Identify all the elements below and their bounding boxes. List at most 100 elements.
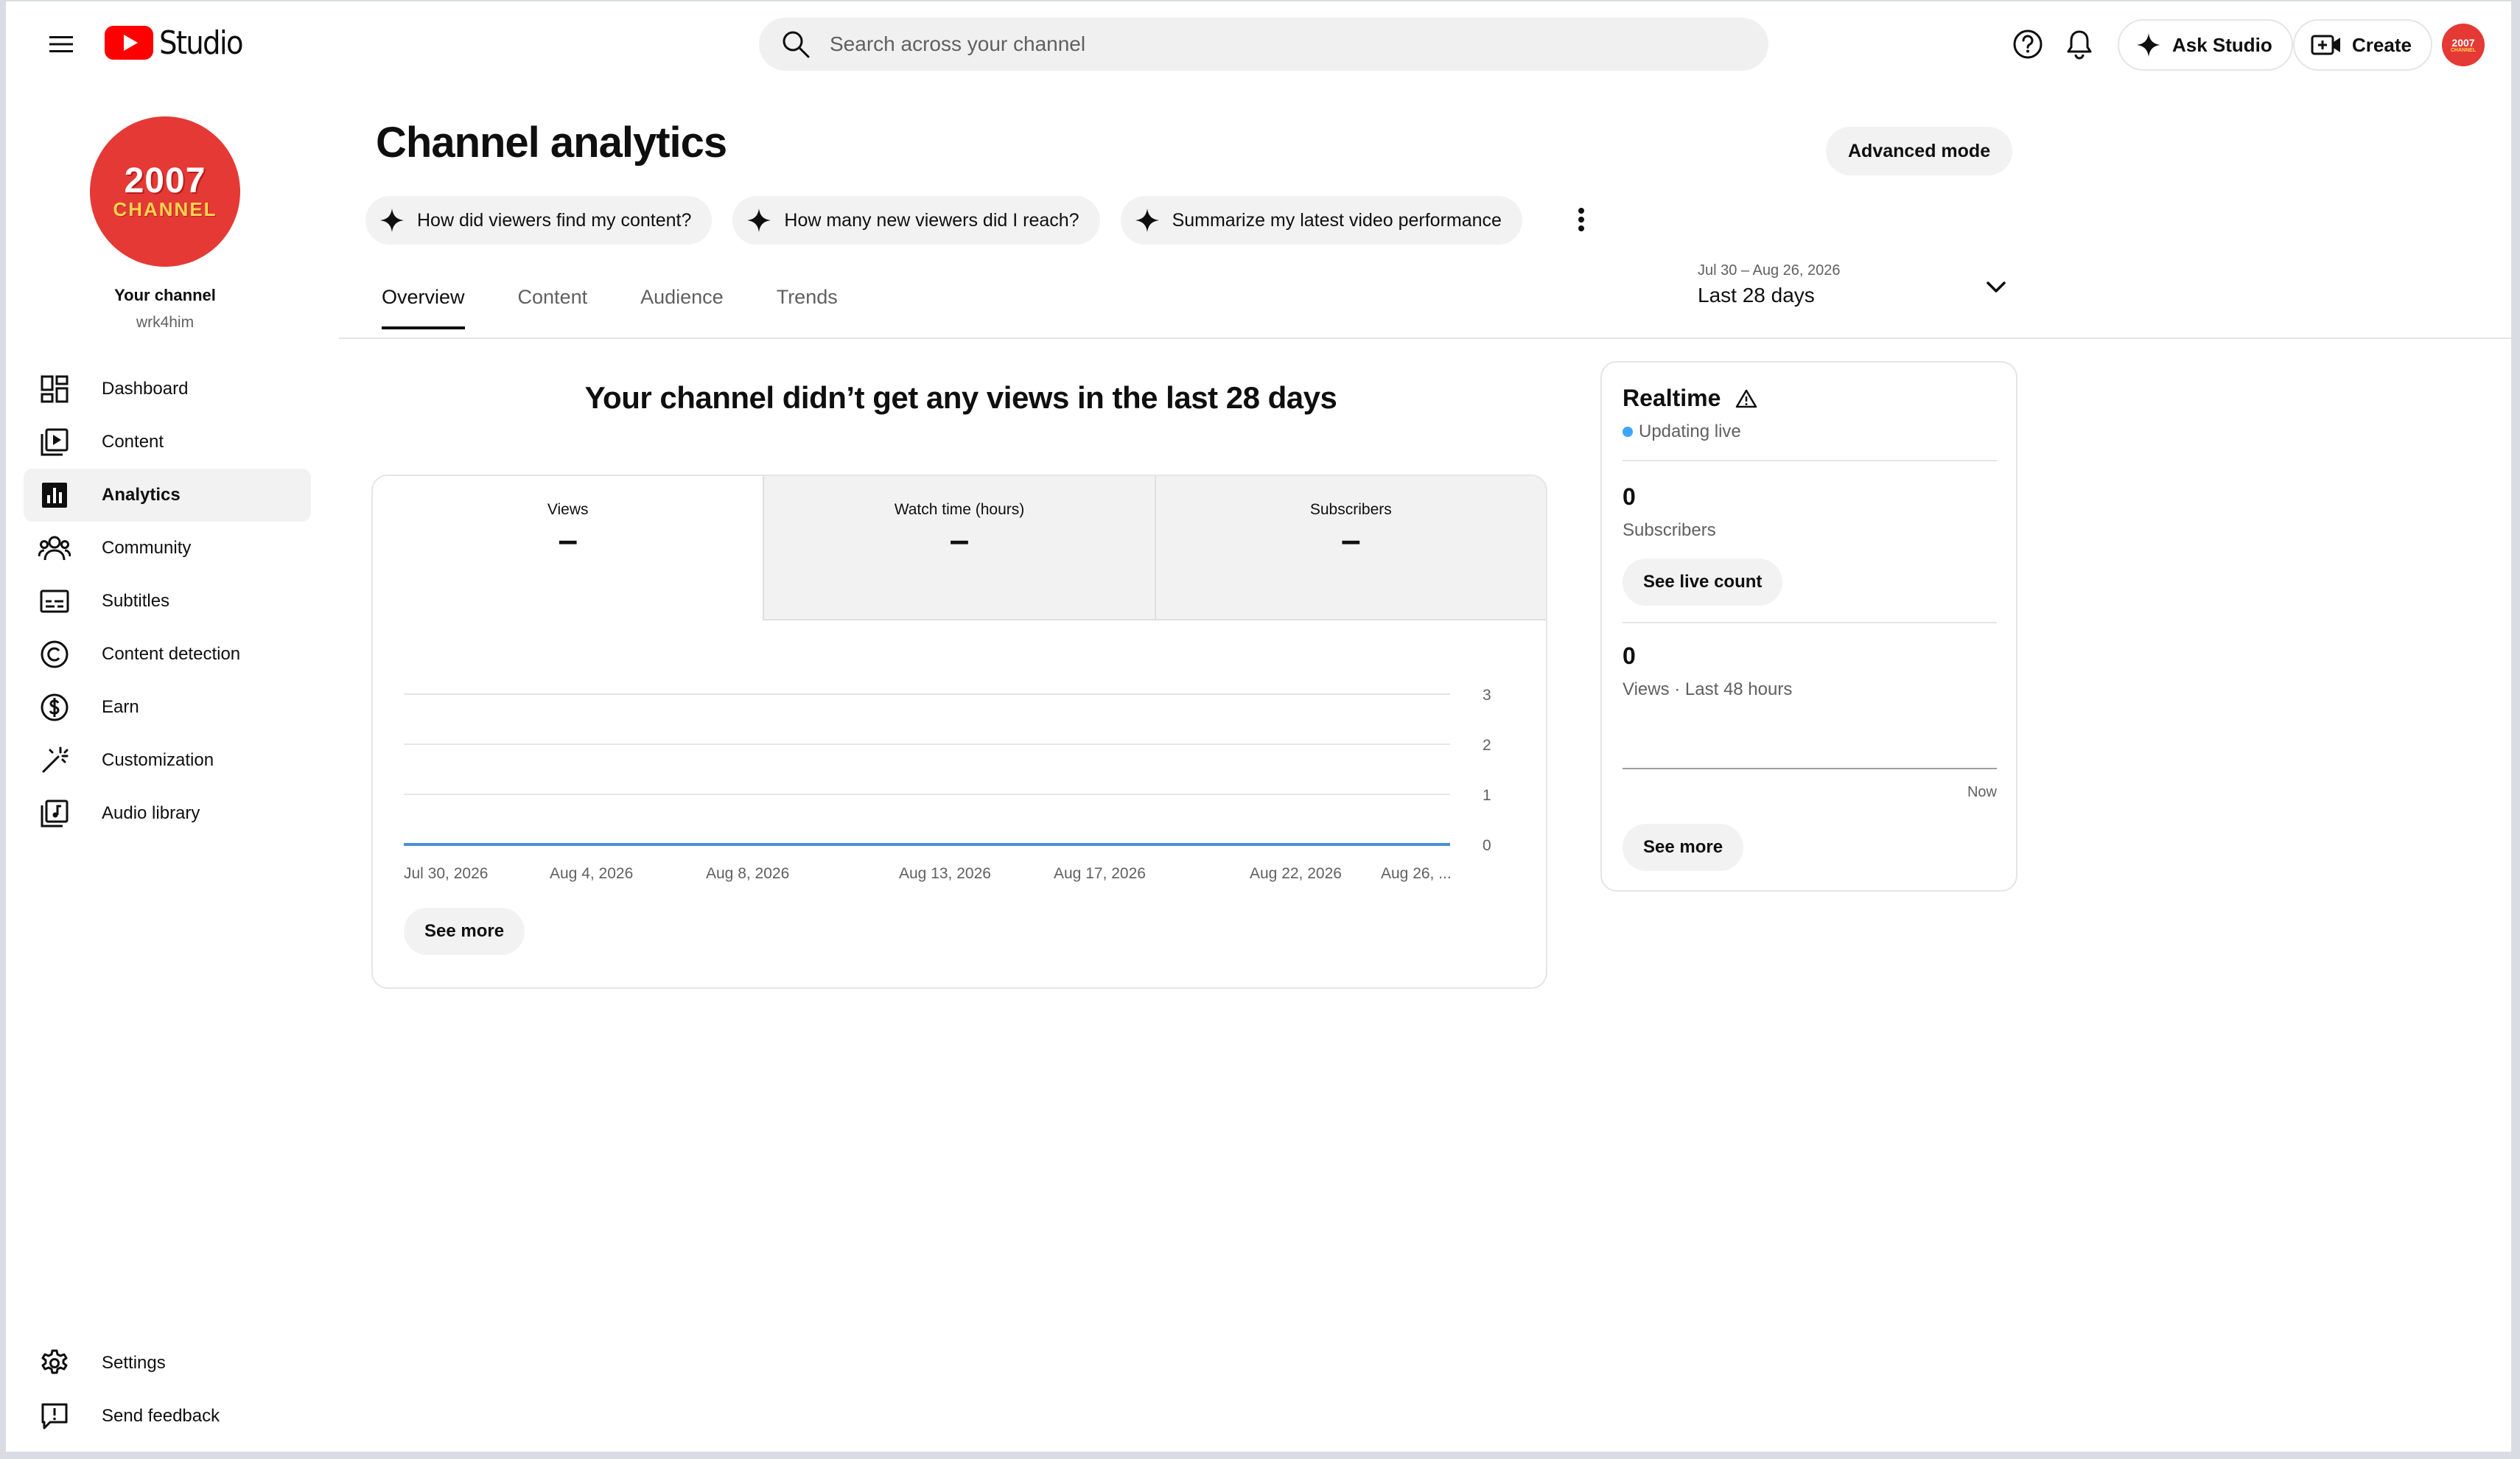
channel-avatar-word: CHANNEL (113, 197, 217, 220)
realtime-status: Updating live (1623, 421, 1741, 442)
see-live-count-button[interactable]: See live count (1623, 559, 1783, 606)
sidebar-item-label: Send feedback (102, 1406, 220, 1426)
gear-icon (38, 1347, 71, 1379)
warning-icon[interactable] (1735, 388, 1757, 409)
sidebar-item-analytics[interactable]: Analytics (24, 469, 311, 522)
date-range-text: Jul 30 – Aug 26, 2026 (1698, 262, 1841, 279)
sidebar-item-dashboard[interactable]: Dashboard (24, 363, 311, 416)
tab-overview[interactable]: Overview (382, 286, 465, 329)
sidebar-item-label: Customization (102, 750, 214, 770)
sidebar-item-label: Subtitles (102, 591, 170, 611)
realtime-title: Realtime (1623, 385, 1757, 412)
sidebar-item-settings[interactable]: Settings (24, 1337, 311, 1390)
chart-x-tick-label: Aug 13, 2026 (899, 865, 991, 882)
sidebar-item-label: Dashboard (102, 379, 189, 399)
chart-y-tick-label: 1 (1483, 787, 1491, 804)
audio-library-icon (38, 797, 71, 830)
sidebar-item-content[interactable]: Content (24, 416, 311, 469)
sidebar-item-label: Settings (102, 1353, 166, 1373)
menu-button[interactable] (35, 24, 87, 65)
realtime-title-text: Realtime (1623, 385, 1721, 411)
analytics-tabs: Overview Content Audience Trends (382, 286, 891, 329)
chart-x-tick-label: Aug 22, 2026 (1250, 865, 1342, 882)
help-button[interactable] (2006, 22, 2050, 66)
tab-audience[interactable]: Audience (640, 286, 724, 329)
metric-value: – (1340, 521, 1361, 560)
divider (1623, 622, 1997, 623)
chart-x-tick-label: Aug 4, 2026 (550, 865, 633, 882)
ask-studio-button[interactable]: Ask Studio (2118, 19, 2293, 71)
realtime-views-label: Views · Last 48 hours (1623, 679, 1793, 699)
notifications-button[interactable] (2057, 22, 2101, 66)
realtime-card: Realtime Updating live 0 Subscribers See… (1600, 361, 2017, 892)
chart-y-tick-label: 0 (1483, 837, 1491, 854)
subtitles-icon (38, 585, 71, 617)
suggestion-chip-label: Summarize my latest video performance (1172, 209, 1502, 231)
overview-card: Views – Watch time (hours) – Subscribers… (371, 475, 1547, 989)
studio-logo[interactable]: Studio (105, 21, 253, 65)
see-more-button[interactable]: See more (404, 908, 525, 955)
advanced-mode-button[interactable]: Advanced mode (1826, 127, 2013, 175)
chart-x-tick-label: Jul 30, 2026 (404, 865, 488, 882)
sparkle-icon (747, 209, 771, 232)
sidebar-item-label: Audio library (102, 803, 200, 823)
channel-avatar[interactable]: 2007 CHANNEL (90, 116, 240, 267)
avatar-word: CHANNEL (2450, 47, 2477, 53)
realtime-views-value: 0 (1623, 643, 1636, 669)
channel-handle: wrk4him (136, 314, 195, 331)
feedback-icon (38, 1400, 71, 1432)
sparkle-icon (380, 209, 404, 232)
tab-trends[interactable]: Trends (777, 286, 838, 329)
sidebar-item-label: Content detection (102, 644, 241, 664)
sparkle-icon (2137, 33, 2160, 57)
sidebar-bottom-nav: Settings Send feedback (24, 1337, 311, 1443)
sidebar-item-customization[interactable]: Customization (24, 734, 311, 787)
sidebar-item-content-detection[interactable]: Content detection (24, 628, 311, 681)
sidebar-item-send-feedback[interactable]: Send feedback (24, 1390, 311, 1443)
search-bar[interactable] (759, 18, 1768, 71)
no-views-headline: Your channel didn’t get any views in the… (584, 380, 1337, 415)
chevron-down-icon (1987, 281, 2006, 293)
studio-window: Studio Ask Studio (6, 1, 2511, 1452)
suggestion-chip[interactable]: Summarize my latest video performance (1120, 196, 1522, 245)
metric-subscribers[interactable]: Subscribers – (1155, 476, 1546, 620)
more-vert-icon (1578, 208, 1584, 231)
sidebar-item-subtitles[interactable]: Subtitles (24, 575, 311, 628)
sidebar-item-earn[interactable]: Earn (24, 681, 311, 734)
channel-label[interactable]: Your channel (6, 286, 324, 305)
search-input[interactable] (830, 32, 1714, 56)
sidebar-item-label: Community (102, 538, 192, 558)
sidebar-item-label: Analytics (102, 485, 181, 505)
tab-content[interactable]: Content (518, 286, 588, 329)
suggestion-chip[interactable]: How did viewers find my content? (365, 196, 713, 245)
copyright-icon (38, 638, 71, 671)
create-button[interactable]: Create (2293, 19, 2432, 71)
metric-tabs: Views – Watch time (hours) – Subscribers… (373, 476, 1546, 620)
metric-value: – (558, 521, 578, 560)
sparkle-icon (1135, 209, 1159, 232)
create-label: Create (2352, 33, 2412, 56)
views-chart-svg: 0 1 2 3 Jul 30, 2026 Aug 4, 2026 Aug 8, 2026 Au… (404, 687, 1491, 882)
chart-y-tick-label: 3 (1483, 687, 1491, 704)
metric-watch-time[interactable]: Watch time (hours) – (764, 476, 1156, 620)
page-title: Channel analytics (376, 119, 727, 167)
chart-x-tick-label: Aug 17, 2026 (1054, 865, 1146, 882)
more-options-button[interactable] (1561, 199, 1602, 240)
realtime-see-more-button[interactable]: See more (1623, 824, 1744, 871)
sidebar-item-label: Content (102, 432, 164, 452)
help-icon (2013, 29, 2043, 59)
metric-views[interactable]: Views – (373, 476, 765, 620)
tabs-divider (339, 337, 2511, 339)
realtime-now-label: Now (1967, 784, 1997, 800)
sidebar-item-community[interactable]: Community (24, 522, 311, 575)
avatar-year: 2007 (2451, 36, 2475, 49)
account-avatar[interactable]: 2007 CHANNEL (2442, 24, 2485, 66)
chart-x-tick-label: Aug 26, ... (1381, 865, 1452, 882)
sidebar-item-audio-library[interactable]: Audio library (24, 787, 311, 840)
views-chart: 0 1 2 3 Jul 30, 2026 Aug 4, 2026 Aug 8, 2026 Au… (373, 620, 1546, 900)
suggestion-chip[interactable]: How many new viewers did I reach? (732, 196, 1100, 245)
realtime-chart-baseline (1623, 768, 1997, 769)
realtime-subscribers-label: Subscribers (1623, 520, 1716, 540)
realtime-subscribers-value: 0 (1623, 483, 1636, 510)
date-range-selector[interactable]: Jul 30 – Aug 26, 2026 Last 28 days (1698, 262, 2007, 321)
